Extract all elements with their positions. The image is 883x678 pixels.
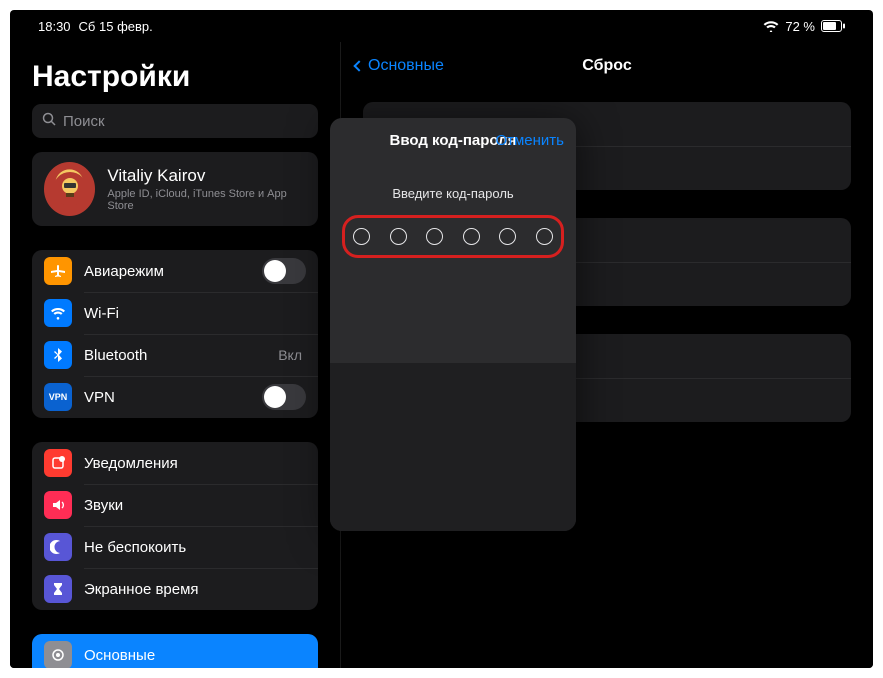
chevron-left-icon xyxy=(353,60,364,71)
sidebar-item-notifications[interactable]: Уведомления xyxy=(32,442,318,484)
modal-header: Ввод код-пароля Отменить xyxy=(330,118,576,162)
sidebar-item-screentime[interactable]: Экранное время xyxy=(32,568,318,610)
account-name: Vitaliy Kairov xyxy=(107,166,306,186)
avatar xyxy=(44,162,95,216)
cancel-button[interactable]: Отменить xyxy=(495,132,564,149)
airplane-toggle[interactable] xyxy=(262,258,306,284)
sidebar-item-label: Wi-Fi xyxy=(84,305,290,322)
search-placeholder: Поиск xyxy=(63,113,105,130)
status-right: 72 % xyxy=(763,19,845,34)
sidebar: Настройки Поиск Vitaliy Kairov Apple ID,… xyxy=(10,42,340,668)
sidebar-item-label: Уведомления xyxy=(84,455,306,472)
sidebar-item-label: VPN xyxy=(84,389,250,406)
back-label: Основные xyxy=(368,57,444,75)
sidebar-item-wifi[interactable]: Wi-Fi xyxy=(32,292,318,334)
airplane-icon xyxy=(44,257,72,285)
passcode-dots-highlight xyxy=(342,215,564,258)
passcode-keypad-area[interactable] xyxy=(330,363,576,531)
back-button[interactable]: Основные xyxy=(355,57,444,75)
vpn-icon: VPN xyxy=(44,383,72,411)
battery-icon xyxy=(821,20,845,32)
dnd-icon xyxy=(44,533,72,561)
device-frame: 18:30 Сб 15 февр. 72 % Настройки Поиск xyxy=(10,10,873,668)
bluetooth-detail: Вкл xyxy=(278,347,302,363)
sidebar-group-alerts: Уведомления Звуки Не беспокоить Экранное… xyxy=(32,442,318,610)
passcode-modal: Ввод код-пароля Отменить Введите код-пар… xyxy=(330,118,576,531)
sidebar-group-general: Основные xyxy=(32,634,318,668)
passcode-dot xyxy=(536,228,553,245)
sidebar-item-label: Звуки xyxy=(84,497,306,514)
sidebar-item-bluetooth[interactable]: Bluetooth Вкл xyxy=(32,334,318,376)
status-bar: 18:30 Сб 15 февр. 72 % xyxy=(10,10,873,42)
passcode-dot xyxy=(426,228,443,245)
wifi-icon xyxy=(763,20,779,32)
detail-title: Сброс xyxy=(582,57,631,75)
status-date: Сб 15 февр. xyxy=(79,19,153,34)
vpn-toggle[interactable] xyxy=(262,384,306,410)
settings-title: Настройки xyxy=(10,42,340,104)
notifications-icon xyxy=(44,449,72,477)
screentime-icon xyxy=(44,575,72,603)
sidebar-item-label: Основные xyxy=(84,647,306,664)
sidebar-item-label: Авиарежим xyxy=(84,263,250,280)
detail-header: Основные Сброс xyxy=(341,42,873,90)
gear-icon xyxy=(44,641,72,668)
sidebar-item-label: Bluetooth xyxy=(84,347,266,364)
passcode-dot xyxy=(390,228,407,245)
bluetooth-icon xyxy=(44,341,72,369)
wifi-icon xyxy=(44,299,72,327)
sidebar-item-label: Не беспокоить xyxy=(84,539,306,556)
account-card[interactable]: Vitaliy Kairov Apple ID, iCloud, iTunes … xyxy=(32,152,318,226)
sounds-icon xyxy=(44,491,72,519)
account-subtitle: Apple ID, iCloud, iTunes Store и App Sto… xyxy=(107,188,306,212)
status-left: 18:30 Сб 15 февр. xyxy=(38,19,153,34)
passcode-dot xyxy=(353,228,370,245)
passcode-dot xyxy=(463,228,480,245)
sidebar-item-label: Экранное время xyxy=(84,581,306,598)
sidebar-item-sounds[interactable]: Звуки xyxy=(32,484,318,526)
passcode-dot xyxy=(499,228,516,245)
search-input[interactable]: Поиск xyxy=(32,104,318,138)
battery-percent: 72 % xyxy=(785,19,815,34)
sidebar-item-airplane[interactable]: Авиарежим xyxy=(32,250,318,292)
account-texts: Vitaliy Kairov Apple ID, iCloud, iTunes … xyxy=(107,166,306,212)
sidebar-item-vpn[interactable]: VPN VPN xyxy=(32,376,318,418)
status-time: 18:30 xyxy=(38,19,71,34)
modal-message: Введите код-пароль xyxy=(330,186,576,201)
search-icon xyxy=(42,112,57,131)
sidebar-item-dnd[interactable]: Не беспокоить xyxy=(32,526,318,568)
sidebar-group-connectivity: Авиарежим Wi-Fi Bluetooth Вкл VPN VPN xyxy=(32,250,318,418)
sidebar-item-general[interactable]: Основные xyxy=(32,634,318,668)
